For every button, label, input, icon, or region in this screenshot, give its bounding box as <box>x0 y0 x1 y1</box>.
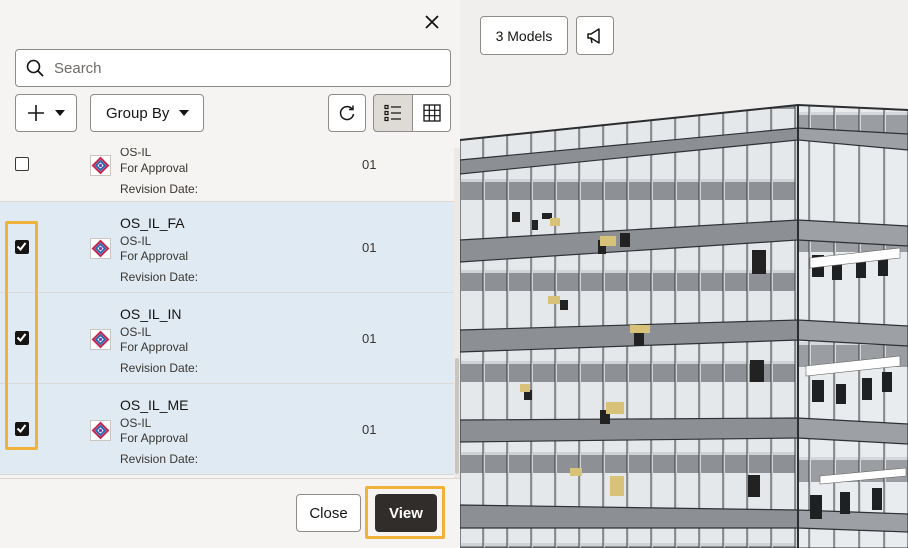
checkbox-icon[interactable] <box>15 157 29 171</box>
item-revision-label: Revision Date: <box>120 270 199 284</box>
grid-view-button[interactable] <box>412 94 451 132</box>
item-status: For Approval <box>120 249 189 263</box>
checkbox-icon[interactable] <box>15 240 29 254</box>
caret-down-icon <box>55 110 65 116</box>
group-by-dropdown[interactable]: Group By <box>90 94 204 132</box>
item-status: For Approval <box>120 340 189 354</box>
item-org: OS-IL <box>120 234 152 248</box>
item-name: OS_IL_FA <box>120 215 185 231</box>
item-revision-label: Revision Date: <box>120 361 199 375</box>
announcements-button[interactable] <box>576 16 614 55</box>
item-name: OS_IL_IN <box>120 306 182 322</box>
model-selection-panel: Group By <box>0 0 460 548</box>
close-button[interactable]: Close <box>296 494 361 532</box>
models-count-button[interactable]: 3 Models <box>480 16 568 55</box>
item-version: 01 <box>362 331 377 346</box>
building-model <box>460 103 908 548</box>
list-view-button[interactable] <box>373 94 413 132</box>
panel-footer: Close View <box>0 478 460 548</box>
caret-down-icon <box>179 110 189 116</box>
item-status: For Approval <box>120 431 189 445</box>
checkbox-icon[interactable] <box>15 422 29 436</box>
refresh-button[interactable] <box>328 94 366 132</box>
list-view-icon <box>384 104 401 122</box>
close-icon[interactable] <box>420 10 444 34</box>
model-list: OS-IL For Approval Revision Date: 01 OS_… <box>0 148 454 478</box>
scrollbar-thumb[interactable] <box>455 358 459 474</box>
item-version: 01 <box>362 240 377 255</box>
view-button[interactable]: View <box>375 494 437 532</box>
list-item[interactable]: OS_IL_FA OS-IL For Approval Revision Dat… <box>0 202 454 293</box>
group-by-label: Group By <box>106 105 170 122</box>
model-viewer[interactable] <box>460 0 908 548</box>
item-revision-label: Revision Date: <box>120 182 199 196</box>
list-item[interactable]: OS_IL_ME OS-IL For Approval Revision Dat… <box>0 384 454 475</box>
search-input[interactable] <box>54 51 444 85</box>
item-name: OS_IL_ME <box>120 397 189 413</box>
grid-view-icon <box>422 104 441 122</box>
search-field[interactable] <box>15 49 451 87</box>
item-version: 01 <box>362 157 377 172</box>
item-org: OS-IL <box>120 148 152 159</box>
model-icon <box>90 155 111 176</box>
plus-icon <box>28 105 44 121</box>
model-icon <box>90 329 111 350</box>
search-icon <box>26 59 44 77</box>
model-icon <box>90 420 111 441</box>
add-button[interactable] <box>15 94 77 132</box>
list-item[interactable]: OS_IL_IN OS-IL For Approval Revision Dat… <box>0 293 454 384</box>
list-item[interactable]: OS-IL For Approval Revision Date: 01 <box>0 148 454 202</box>
model-icon <box>90 238 111 259</box>
item-version: 01 <box>362 422 377 437</box>
megaphone-icon <box>587 27 600 44</box>
item-org: OS-IL <box>120 325 152 339</box>
refresh-icon <box>339 105 355 121</box>
checkbox-icon[interactable] <box>15 331 29 345</box>
item-org: OS-IL <box>120 416 152 430</box>
item-status: For Approval <box>120 161 189 175</box>
item-revision-label: Revision Date: <box>120 452 199 466</box>
